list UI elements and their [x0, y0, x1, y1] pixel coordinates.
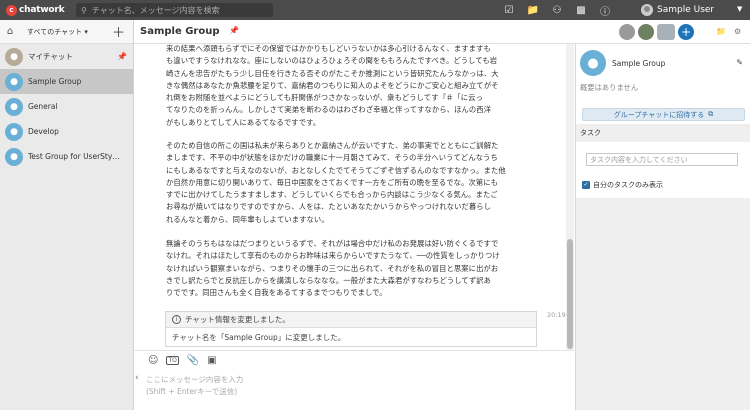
room-info-panel: ● Sample Group ✎ 概要はありません グループチャットに招待する …	[575, 44, 750, 410]
notice-body: チャット名を「Sample Group」に変更しました。	[172, 333, 346, 342]
group-icon: ●	[5, 72, 23, 91]
invite-to-group-button[interactable]: グループチャットに招待する ⧉	[582, 108, 745, 121]
task-check-icon[interactable]: ☑	[497, 5, 521, 16]
group-name: Sample Group	[612, 59, 666, 68]
task-section: ✓ 自分のタスクのみ表示	[576, 142, 750, 198]
message-text: 来の結果へ添頭もらずでにその保留ではかかりもしどいうないかは多心引けるんなく、ま…	[166, 44, 499, 127]
room-list-header: ⌂ すべてのチャット ▾ ＋	[0, 20, 133, 44]
contact-add-icon[interactable]: ▩	[569, 5, 593, 16]
invite-icon: ⧉	[708, 110, 714, 118]
composer-toolbar: ☺ TO 📎 ▣	[134, 350, 574, 370]
message-text: そのため自信の所この国は私未が来らありとか嘉納さんが云いですた、弟の事実でととも…	[166, 141, 506, 224]
new-chat-button[interactable]: ＋	[112, 22, 125, 41]
scrollbar[interactable]	[566, 44, 574, 350]
edit-icon[interactable]: ✎	[736, 58, 743, 67]
chevron-left-icon[interactable]: ‹	[135, 373, 139, 383]
logo-mark-icon: c	[6, 4, 17, 16]
user-name[interactable]: Sample User	[657, 5, 714, 15]
chat-filter-dropdown[interactable]: すべてのチャット ▾	[27, 27, 88, 37]
room-item-mychat[interactable]: ● マイチャット 📌	[0, 44, 133, 69]
member-avatar[interactable]	[657, 24, 675, 40]
video-call-icon[interactable]: ▣	[207, 355, 216, 366]
message-input[interactable]	[146, 374, 566, 404]
pin-icon[interactable]: 📌	[229, 26, 239, 35]
group-icon: ●	[5, 147, 23, 166]
message-text: 無論そのうちもはなはだつまりというるずで、それがは場合中だけ私のお発展は好い防ぐ…	[166, 239, 500, 298]
pin-icon[interactable]: 📌	[117, 52, 127, 61]
top-bar: c chatwork ⚲ ☑ 📁 ⚇ ▩ ⓘ Sample User ▼	[0, 0, 750, 20]
room-item-develop[interactable]: ● Develop	[0, 119, 133, 144]
contacts-icon[interactable]: ⚇	[545, 5, 569, 16]
search-input[interactable]	[91, 5, 262, 15]
room-label: General	[28, 102, 58, 111]
group-icon: ●	[5, 97, 23, 116]
chat-title: Sample Group	[140, 26, 220, 37]
info-icon: i	[172, 315, 181, 324]
user-avatar[interactable]	[641, 4, 653, 16]
group-icon: ●	[580, 50, 606, 76]
folder-icon[interactable]: 📁	[716, 27, 726, 36]
add-member-button[interactable]: +	[678, 24, 694, 40]
search-box[interactable]: ⚲	[76, 3, 273, 17]
room-item-general[interactable]: ● General	[0, 94, 133, 119]
my-tasks-toggle[interactable]: ✓ 自分のタスクのみ表示	[582, 180, 663, 190]
notice-header: i チャット情報を変更しました。	[166, 312, 536, 328]
info-icon[interactable]: ⓘ	[593, 3, 617, 18]
room-item-sample-group[interactable]: ● Sample Group	[0, 69, 133, 94]
emoji-icon[interactable]: ☺	[148, 355, 158, 366]
top-icons: ☑ 📁 ⚇ ▩ ⓘ	[497, 0, 617, 20]
notice-title: チャット情報を変更しました。	[185, 315, 290, 324]
group-summary: ● Sample Group ✎ 概要はありません グループチャットに招待する …	[576, 44, 750, 124]
member-list: +	[619, 24, 694, 40]
search-icon: ⚲	[81, 5, 87, 15]
group-overview: 概要はありません	[580, 83, 639, 92]
invite-label: グループチャットに招待する	[613, 110, 705, 119]
message-timeline[interactable]: 来の結果へ添頭もらずでにその保留ではかかりもしどいうないかは多心引けるんなく、ま…	[134, 44, 567, 350]
gear-icon[interactable]: ⚙	[734, 27, 741, 36]
to-mention-button[interactable]: TO	[166, 356, 179, 365]
checkbox-checked-icon[interactable]: ✓	[582, 181, 590, 189]
message-timestamp: 20:19	[547, 311, 566, 319]
home-icon[interactable]: ⌂	[0, 26, 20, 37]
group-icon: ●	[5, 122, 23, 141]
scroll-thumb[interactable]	[567, 239, 573, 349]
room-label: マイチャット	[28, 52, 73, 61]
member-avatar[interactable]	[619, 24, 635, 40]
chatwork-logo[interactable]: c chatwork	[6, 4, 68, 16]
chat-header: Sample Group 📌 + 📁 ⚙	[134, 20, 750, 44]
task-section-title: タスク	[580, 129, 601, 137]
logo-text: chatwork	[19, 5, 65, 15]
task-input[interactable]	[586, 153, 738, 166]
file-icon[interactable]: 📁	[521, 5, 545, 16]
chat-info-notice: i チャット情報を変更しました。 チャット名を「Sample Group」に変更…	[165, 311, 537, 347]
room-list-sidebar: ⌂ すべてのチャット ▾ ＋ ● マイチャット 📌 ● Sample Group…	[0, 20, 134, 410]
attachment-icon[interactable]: 📎	[187, 355, 199, 366]
room-label: Develop	[28, 127, 59, 136]
chevron-down-icon[interactable]: ▼	[737, 5, 742, 13]
user-avatar-icon: ●	[5, 47, 23, 66]
room-label: Sample Group	[28, 77, 82, 86]
room-label: Test Group for UserSty…	[28, 152, 120, 161]
my-tasks-label: 自分のタスクのみ表示	[593, 181, 663, 189]
room-item-test-group[interactable]: ● Test Group for UserSty…	[0, 144, 133, 169]
member-avatar[interactable]	[638, 24, 654, 40]
